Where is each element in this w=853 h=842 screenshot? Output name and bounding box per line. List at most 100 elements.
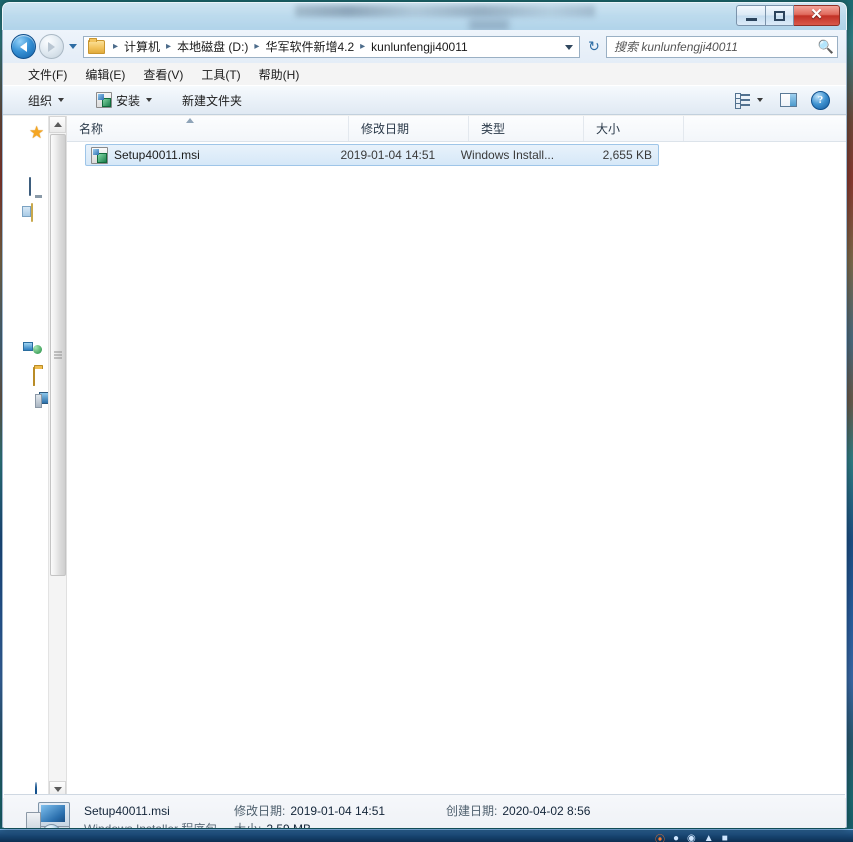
column-header-name[interactable]: 名称 xyxy=(67,116,349,141)
file-name-cell[interactable]: Setup40011.msi xyxy=(86,146,340,164)
breadcrumb-separator-2: ▸ xyxy=(254,41,260,52)
details-filename: Setup40011.msi xyxy=(84,803,170,818)
details-created-label: 创建日期: xyxy=(446,804,498,818)
scroll-up-button[interactable] xyxy=(49,116,66,133)
minimize-button[interactable] xyxy=(736,5,765,26)
column-header-size-label: 大小 xyxy=(596,122,621,136)
chevron-down-icon xyxy=(757,98,763,102)
taskbar-app-icon-2[interactable]: ◉ xyxy=(687,833,696,842)
help-button[interactable]: ? xyxy=(807,89,834,111)
minimize-icon xyxy=(745,17,757,21)
preview-pane-icon xyxy=(780,93,797,107)
back-arrow-icon xyxy=(20,41,27,52)
refresh-button[interactable]: ↻ xyxy=(585,37,603,57)
details-filetype: Windows Installer 程序包 xyxy=(84,820,234,828)
taskbar-app-icon-3[interactable]: ▲ xyxy=(704,833,714,842)
help-icon: ? xyxy=(811,90,830,110)
preview-pane-button[interactable] xyxy=(772,89,805,111)
maximize-button[interactable] xyxy=(765,5,794,26)
taskbar-app-icon-4[interactable]: ■ xyxy=(722,833,728,842)
new-folder-button[interactable]: 新建文件夹 xyxy=(175,89,249,111)
breadcrumb-separator-0: ▸ xyxy=(113,41,119,52)
column-header-name-label: 名称 xyxy=(79,122,104,136)
search-box[interactable]: 🔍 xyxy=(606,35,838,58)
menu-bar[interactable]: 文件(F) 编辑(E) 查看(V) 工具(T) 帮助(H) xyxy=(3,63,846,85)
recent-locations-button[interactable] xyxy=(66,37,79,57)
taskbar-browser-icon[interactable]: ⦿ xyxy=(655,831,665,842)
chevron-down-icon xyxy=(146,98,153,102)
file-list-pane[interactable]: 名称 修改日期 类型 大小 Setup40011.msi 2019-01-04 … xyxy=(66,116,846,798)
file-type-cell: Windows Install... xyxy=(460,148,555,162)
breadcrumb-separator-1: ▸ xyxy=(166,41,172,52)
organize-label: 组织 xyxy=(28,93,53,108)
column-header-row[interactable]: 名称 修改日期 类型 大小 xyxy=(67,116,846,142)
library-icon[interactable] xyxy=(31,203,33,222)
breadcrumb-separator-3: ▸ xyxy=(360,41,366,52)
table-row[interactable]: Setup40011.msi 2019-01-04 14:51 Windows … xyxy=(85,144,659,166)
column-header-size[interactable]: 大小 xyxy=(584,116,684,141)
breadcrumb-dropdown-icon[interactable] xyxy=(565,44,573,50)
file-date-cell: 2019-01-04 14:51 xyxy=(340,148,436,162)
column-header-type[interactable]: 类型 xyxy=(469,116,584,141)
install-button[interactable]: 安装 xyxy=(89,89,159,111)
refresh-icon: ↻ xyxy=(588,38,600,54)
breadcrumb-item-folder[interactable]: 华军软件新增4.2 xyxy=(264,38,355,55)
breadcrumb-bar[interactable]: ▸ 计算机 ▸ 本地磁盘 (D:) ▸ 华军软件新增4.2 ▸ kunlunfe… xyxy=(83,35,580,58)
breadcrumb-item-drive[interactable]: 本地磁盘 (D:) xyxy=(176,38,249,55)
file-size-cell: 2,655 KB xyxy=(602,148,652,162)
breadcrumb-item-current[interactable]: kunlunfengji40011 xyxy=(370,40,469,54)
command-toolbar[interactable]: 组织 安装 新建文件夹 ? xyxy=(3,85,846,115)
folder-icon[interactable] xyxy=(33,367,35,386)
details-created-spacer xyxy=(446,820,676,829)
navigation-pane-scrollbar[interactable] xyxy=(48,116,67,798)
details-modified-row: 修改日期: 2019-01-04 14:51 xyxy=(234,802,446,820)
navigation-pane[interactable]: ★ xyxy=(3,116,48,798)
close-icon: ✕ xyxy=(810,6,823,23)
content-area: ★ 名称 修改日期 类型 大小 Setup40011.msi 2019-01-0… xyxy=(3,116,846,798)
details-modified-value: 2019-01-04 14:51 xyxy=(290,803,386,818)
window-titlebar[interactable]: ✕ xyxy=(2,2,847,30)
menu-item-edit[interactable]: 编辑(E) xyxy=(76,64,134,85)
installer-icon xyxy=(96,92,113,108)
taskbar[interactable]: ⦿ ● ◉ ▲ ■ xyxy=(0,829,853,842)
details-created-row: 创建日期: 2020-04-02 8:56 xyxy=(446,802,676,820)
window-controls[interactable]: ✕ xyxy=(736,5,840,26)
menu-item-tools[interactable]: 工具(T) xyxy=(192,64,249,85)
install-label: 安装 xyxy=(116,93,141,108)
toolbar-right-group[interactable]: ? xyxy=(728,89,846,111)
details-pane: Setup40011.msi Windows Installer 程序包 修改日… xyxy=(4,794,845,828)
msi-file-icon xyxy=(91,146,108,164)
window-body: ▸ 计算机 ▸ 本地磁盘 (D:) ▸ 华军软件新增4.2 ▸ kunlunfe… xyxy=(2,30,847,828)
forward-button[interactable] xyxy=(39,34,64,59)
search-icon[interactable]: 🔍 xyxy=(815,39,837,55)
taskbar-icon-group[interactable]: ⦿ ● ◉ ▲ ■ xyxy=(655,831,728,842)
change-view-button[interactable] xyxy=(728,89,770,111)
organize-button[interactable]: 组织 xyxy=(21,89,71,111)
file-rows-container[interactable]: Setup40011.msi 2019-01-04 14:51 Windows … xyxy=(67,141,846,798)
chevron-down-icon xyxy=(68,44,77,49)
forward-arrow-icon xyxy=(48,41,55,52)
taskbar-app-icon-1[interactable]: ● xyxy=(673,833,679,842)
explorer-window: ✕ ▸ 计算机 ▸ 本地磁盘 (D:) ▸ 华军软件新增4.2 ▸ kunlun… xyxy=(2,2,847,828)
column-header-date[interactable]: 修改日期 xyxy=(349,116,469,141)
menu-item-help[interactable]: 帮助(H) xyxy=(250,64,309,85)
screen-shape xyxy=(41,804,65,822)
close-button[interactable]: ✕ xyxy=(794,5,840,26)
breadcrumb-item-computer[interactable]: 计算机 xyxy=(123,38,161,55)
details-size-value: 2.59 MB xyxy=(266,822,311,829)
tower-shape xyxy=(26,811,41,828)
folder-icon xyxy=(88,37,105,54)
scrollbar-grip xyxy=(54,351,62,359)
back-button[interactable] xyxy=(11,34,36,59)
menu-item-file[interactable]: 文件(F) xyxy=(19,64,76,85)
desktop-icon[interactable] xyxy=(29,177,31,196)
file-name-label: Setup40011.msi xyxy=(114,148,200,162)
star-icon[interactable]: ★ xyxy=(29,124,45,141)
search-input[interactable] xyxy=(607,36,815,57)
scrollbar-thumb[interactable] xyxy=(50,134,66,576)
column-header-type-label: 类型 xyxy=(481,122,506,136)
chevron-down-icon xyxy=(53,787,62,792)
chevron-up-icon xyxy=(53,122,62,127)
menu-item-view[interactable]: 查看(V) xyxy=(134,64,192,85)
maximize-icon xyxy=(774,10,785,21)
